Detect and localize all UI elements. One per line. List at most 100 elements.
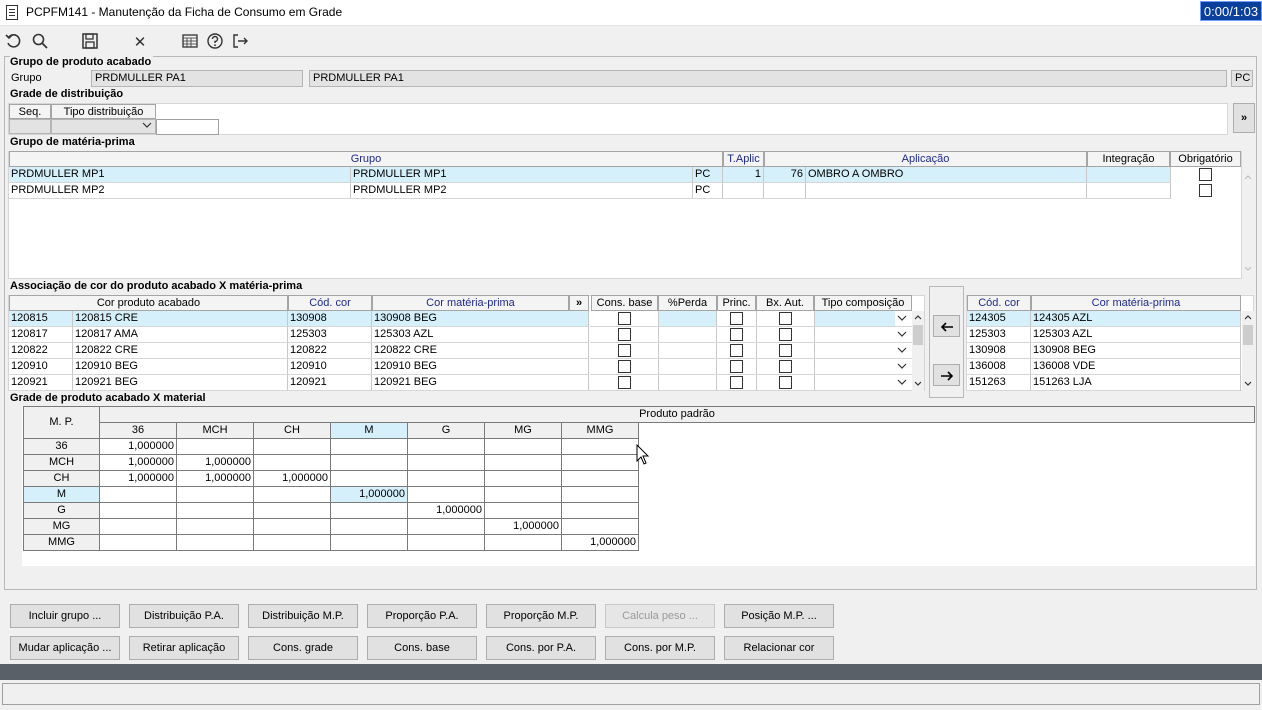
grade-cell[interactable] — [485, 471, 562, 487]
grade-cell[interactable] — [254, 519, 331, 535]
seq-input[interactable] — [9, 119, 51, 134]
grade-cell[interactable] — [562, 519, 639, 535]
mudar-aplicacao-button[interactable]: Mudar aplicação ... — [10, 636, 120, 660]
distribuicao-extra-field[interactable] — [156, 119, 219, 135]
cons-por-mp-button[interactable]: Cons. por M.P. — [605, 636, 715, 660]
cons-base-checkbox[interactable] — [618, 376, 631, 389]
cons-base-checkbox[interactable] — [618, 328, 631, 341]
arrow-left-button[interactable] — [933, 315, 960, 337]
close-icon[interactable]: ✕ — [130, 32, 150, 52]
distribuicao-mp-button[interactable]: Distribuição M.P. — [248, 604, 358, 628]
grade-cell[interactable]: 1,000000 — [177, 455, 254, 471]
grade-cell[interactable] — [331, 503, 408, 519]
cod-cor-cell[interactable]: 125303 — [288, 327, 372, 343]
chevron-down-icon[interactable] — [897, 378, 907, 389]
cons-base-checkbox[interactable] — [618, 312, 631, 325]
chevron-down-icon[interactable] — [897, 362, 907, 373]
help-icon[interactable] — [205, 32, 225, 52]
retirar-aplicacao-button[interactable]: Retirar aplicação — [129, 636, 239, 660]
grade-cell-selected[interactable]: 1,000000 — [331, 487, 408, 503]
cod-cor-cell[interactable]: 130908 — [288, 311, 372, 327]
incluir-grupo-button[interactable]: Incluir grupo ... — [10, 604, 120, 628]
obrigatorio-checkbox[interactable] — [1199, 184, 1212, 197]
grade-cell[interactable] — [485, 535, 562, 551]
bx-aut-checkbox[interactable] — [779, 376, 792, 389]
grade-cell[interactable] — [408, 455, 485, 471]
mp-integracao-cell[interactable] — [1087, 167, 1171, 183]
chevron-down-icon[interactable] — [897, 314, 907, 325]
proporcao-pa-button[interactable]: Proporção P.A. — [367, 604, 477, 628]
grade-cell[interactable]: 1,000000 — [254, 471, 331, 487]
posicao-mp-button[interactable]: Posição M.P. ... — [724, 604, 834, 628]
cons-por-pa-button[interactable]: Cons. por P.A. — [486, 636, 596, 660]
grade-cell[interactable]: 1,000000 — [177, 471, 254, 487]
grade-cell[interactable] — [254, 487, 331, 503]
grade-cell[interactable]: 1,000000 — [408, 503, 485, 519]
grade-cell[interactable] — [485, 487, 562, 503]
grade-cell[interactable]: 1,000000 — [100, 471, 177, 487]
right-list-scrollbar[interactable] — [1242, 311, 1254, 391]
grade-cell[interactable]: 1,000000 — [100, 455, 177, 471]
associacao-more-button[interactable]: » — [569, 295, 589, 311]
save-icon[interactable] — [80, 32, 100, 52]
grade-cell[interactable]: 1,000000 — [100, 439, 177, 455]
cons-base-checkbox[interactable] — [618, 344, 631, 357]
grade-cell[interactable] — [331, 519, 408, 535]
proporcao-mp-button[interactable]: Proporção M.P. — [486, 604, 596, 628]
grade-cell[interactable] — [177, 519, 254, 535]
calculator-icon[interactable] — [180, 32, 200, 52]
bx-aut-checkbox[interactable] — [779, 360, 792, 373]
grade-cell[interactable] — [562, 439, 639, 455]
grade-cell[interactable]: 1,000000 — [562, 535, 639, 551]
grade-cell[interactable] — [408, 519, 485, 535]
princ-checkbox[interactable] — [730, 376, 743, 389]
grade-cell[interactable] — [331, 455, 408, 471]
arrow-right-button[interactable] — [933, 364, 960, 386]
grade-cell[interactable] — [485, 439, 562, 455]
grade-cell[interactable] — [485, 503, 562, 519]
assoc-scrollbar[interactable] — [912, 311, 924, 391]
grade-cell[interactable] — [562, 503, 639, 519]
cons-grade-button[interactable]: Cons. grade — [248, 636, 358, 660]
cons-base-button[interactable]: Cons. base — [367, 636, 477, 660]
search-icon[interactable] — [30, 32, 50, 52]
grade-cell[interactable] — [331, 439, 408, 455]
grade-cell[interactable] — [485, 455, 562, 471]
princ-checkbox[interactable] — [730, 328, 743, 341]
cod-cor-cell[interactable]: 120910 — [288, 359, 372, 375]
grade-cell[interactable] — [562, 487, 639, 503]
grade-cell[interactable] — [254, 535, 331, 551]
chevron-down-icon[interactable] — [897, 330, 907, 341]
princ-checkbox[interactable] — [730, 344, 743, 357]
grade-cell[interactable] — [408, 439, 485, 455]
distribuicao-pa-button[interactable]: Distribuição P.A. — [129, 604, 239, 628]
mp-aplic-code-cell[interactable]: 76 — [764, 167, 806, 183]
grade-cell[interactable] — [562, 455, 639, 471]
grade-cell[interactable] — [408, 535, 485, 551]
bx-aut-checkbox[interactable] — [779, 312, 792, 325]
calcula-peso-button[interactable]: Calcula peso ... — [605, 604, 715, 628]
princ-checkbox[interactable] — [730, 360, 743, 373]
grade-cell[interactable] — [331, 535, 408, 551]
obrigatorio-checkbox[interactable] — [1199, 168, 1212, 181]
grade-cell[interactable] — [331, 471, 408, 487]
grade-cell[interactable] — [100, 503, 177, 519]
grade-cell[interactable] — [177, 439, 254, 455]
cod-cor-cell[interactable]: 120822 — [288, 343, 372, 359]
grade-cell[interactable] — [254, 455, 331, 471]
grade-cell[interactable] — [100, 487, 177, 503]
grade-cell[interactable] — [177, 503, 254, 519]
distribuicao-more-button[interactable]: » — [1233, 103, 1255, 133]
mp-integracao-cell[interactable] — [1087, 183, 1171, 199]
grade-cell[interactable] — [408, 487, 485, 503]
grade-cell[interactable] — [408, 471, 485, 487]
grupo-code-field[interactable]: PRDMULLER PA1 — [91, 70, 303, 87]
bx-aut-checkbox[interactable] — [779, 344, 792, 357]
tipo-distribuicao-select[interactable] — [51, 119, 156, 134]
grade-cell[interactable] — [562, 471, 639, 487]
mp-scrollbar[interactable] — [1242, 167, 1254, 279]
mp-aplic-code-cell[interactable] — [764, 183, 806, 199]
bx-aut-checkbox[interactable] — [779, 328, 792, 341]
grade-cell[interactable] — [177, 487, 254, 503]
grade-cell[interactable] — [254, 503, 331, 519]
